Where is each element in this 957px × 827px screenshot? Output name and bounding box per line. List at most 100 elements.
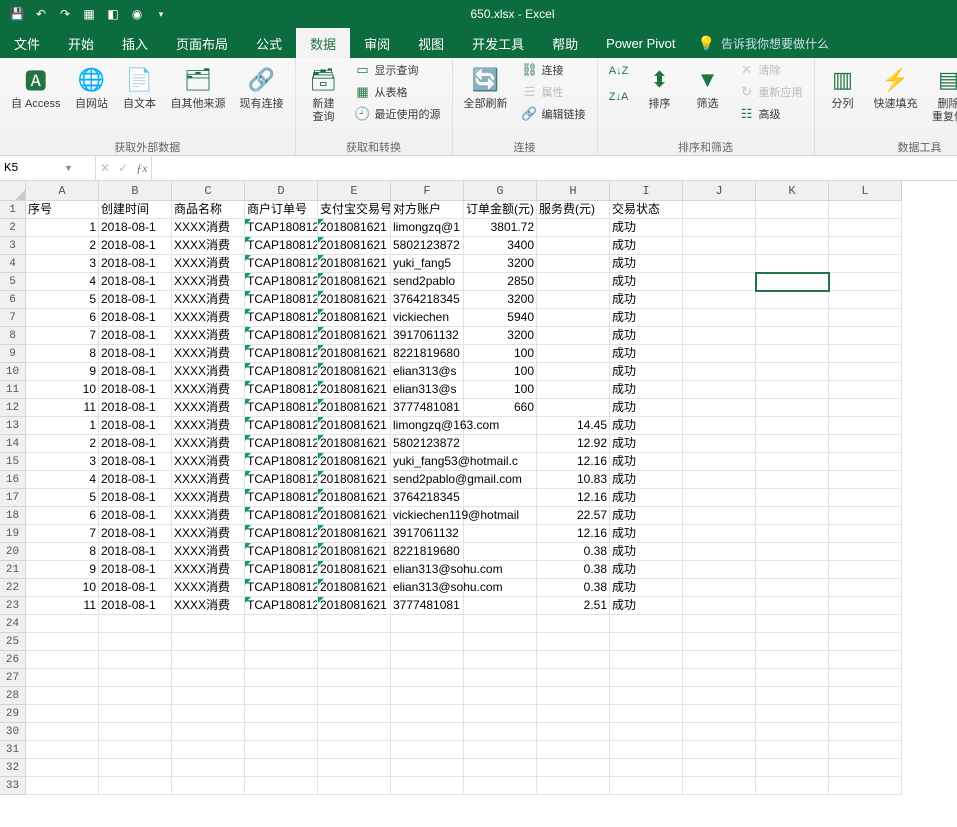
cell[interactable]: 2018-08-1 [99, 237, 172, 255]
cell[interactable]: XXXX消费 [172, 363, 245, 381]
row-header[interactable]: 20 [0, 543, 26, 561]
cell[interactable] [683, 417, 756, 435]
cell[interactable]: 22.57 [537, 507, 610, 525]
cell[interactable] [683, 777, 756, 795]
cell[interactable]: XXXX消费 [172, 255, 245, 273]
cell[interactable] [99, 777, 172, 795]
cell[interactable]: 3200 [464, 255, 537, 273]
cell[interactable] [683, 291, 756, 309]
cell[interactable]: 2018081621 [318, 255, 391, 273]
cell[interactable]: 2018-08-1 [99, 291, 172, 309]
cell[interactable] [26, 651, 99, 669]
cell[interactable] [756, 399, 829, 417]
cell[interactable] [245, 687, 318, 705]
qat-custom-2-icon[interactable]: ◧ [102, 3, 124, 25]
cell[interactable]: XXXX消费 [172, 327, 245, 345]
cell[interactable] [610, 651, 683, 669]
col-header-H[interactable]: H [537, 181, 610, 201]
cell[interactable]: 服务费(元) [537, 201, 610, 219]
cell[interactable]: XXXX消费 [172, 399, 245, 417]
col-header-E[interactable]: E [318, 181, 391, 201]
cell[interactable]: send2pablo [391, 273, 464, 291]
cell[interactable] [610, 777, 683, 795]
cell[interactable] [610, 723, 683, 741]
show-queries-button[interactable]: ▭显示查询 [350, 60, 446, 80]
cell[interactable]: XXXX消费 [172, 561, 245, 579]
row-header[interactable]: 27 [0, 669, 26, 687]
tab-data[interactable]: 数据 [296, 28, 350, 58]
cell[interactable] [245, 705, 318, 723]
row-header[interactable]: 29 [0, 705, 26, 723]
cell[interactable]: 2018-08-1 [99, 309, 172, 327]
cell[interactable] [245, 669, 318, 687]
cell[interactable]: 3917061132 [391, 327, 464, 345]
cell[interactable] [172, 741, 245, 759]
cell[interactable]: TCAP180812 [245, 471, 318, 489]
cell[interactable]: 成功 [610, 543, 683, 561]
cell[interactable] [537, 327, 610, 345]
cell[interactable]: vickiechen [391, 309, 464, 327]
cell[interactable] [756, 435, 829, 453]
cell[interactable] [537, 309, 610, 327]
cell[interactable]: 2018-08-1 [99, 471, 172, 489]
cell[interactable]: TCAP180812 [245, 543, 318, 561]
cell[interactable] [610, 669, 683, 687]
cell[interactable] [464, 543, 537, 561]
cell[interactable]: 成功 [610, 237, 683, 255]
cell[interactable]: TCAP180812 [245, 381, 318, 399]
cell[interactable] [318, 633, 391, 651]
cell[interactable] [683, 705, 756, 723]
tell-me-search[interactable]: 💡 告诉我你想要做什么 [698, 28, 829, 58]
cell[interactable]: 成功 [610, 381, 683, 399]
cell[interactable] [99, 741, 172, 759]
row-header[interactable]: 19 [0, 525, 26, 543]
cell[interactable]: TCAP180812 [245, 579, 318, 597]
recent-sources-button[interactable]: 🕘最近使用的源 [350, 104, 446, 124]
cell[interactable]: yuki_fang5 [391, 255, 464, 273]
cell[interactable]: 4 [26, 471, 99, 489]
cell[interactable]: yuki_fang53@hotmail.c [391, 453, 464, 471]
cell[interactable] [26, 741, 99, 759]
cell[interactable]: 成功 [610, 363, 683, 381]
cell[interactable] [26, 723, 99, 741]
cell[interactable] [537, 651, 610, 669]
cell[interactable]: 2 [26, 237, 99, 255]
cell[interactable]: elian313@sohu.com [391, 561, 464, 579]
cell[interactable]: TCAP180812 [245, 525, 318, 543]
cell[interactable] [756, 417, 829, 435]
cell[interactable] [172, 651, 245, 669]
cell[interactable] [829, 579, 902, 597]
cell[interactable]: XXXX消费 [172, 543, 245, 561]
cell[interactable]: 2018-08-1 [99, 489, 172, 507]
cell[interactable] [756, 543, 829, 561]
cell[interactable]: 2018081621 [318, 327, 391, 345]
cell[interactable]: 11 [26, 399, 99, 417]
cell[interactable] [829, 525, 902, 543]
cell[interactable] [318, 741, 391, 759]
cell[interactable] [26, 705, 99, 723]
cell[interactable]: XXXX消费 [172, 417, 245, 435]
text-to-columns-button[interactable]: ▥分列 [821, 60, 865, 115]
cell[interactable]: 5940 [464, 309, 537, 327]
cell[interactable]: 5 [26, 489, 99, 507]
cell[interactable] [756, 255, 829, 273]
cell[interactable]: XXXX消费 [172, 453, 245, 471]
cell[interactable] [829, 237, 902, 255]
cell[interactable] [318, 777, 391, 795]
cell[interactable]: 3 [26, 255, 99, 273]
cell[interactable]: 2018-08-1 [99, 525, 172, 543]
worksheet-grid[interactable]: ABCDEFGHIJKL 123456789101112131415161718… [0, 181, 957, 827]
cell[interactable]: XXXX消费 [172, 435, 245, 453]
cell[interactable] [683, 633, 756, 651]
cell[interactable] [683, 759, 756, 777]
row-header[interactable]: 9 [0, 345, 26, 363]
cell[interactable] [683, 219, 756, 237]
advanced-button[interactable]: ☷高级 [734, 104, 808, 124]
cell[interactable]: TCAP180812 [245, 309, 318, 327]
cell[interactable]: TCAP180812 [245, 417, 318, 435]
cell[interactable] [537, 669, 610, 687]
row-header[interactable]: 8 [0, 327, 26, 345]
row-header[interactable]: 14 [0, 435, 26, 453]
cell[interactable] [172, 669, 245, 687]
row-header[interactable]: 12 [0, 399, 26, 417]
